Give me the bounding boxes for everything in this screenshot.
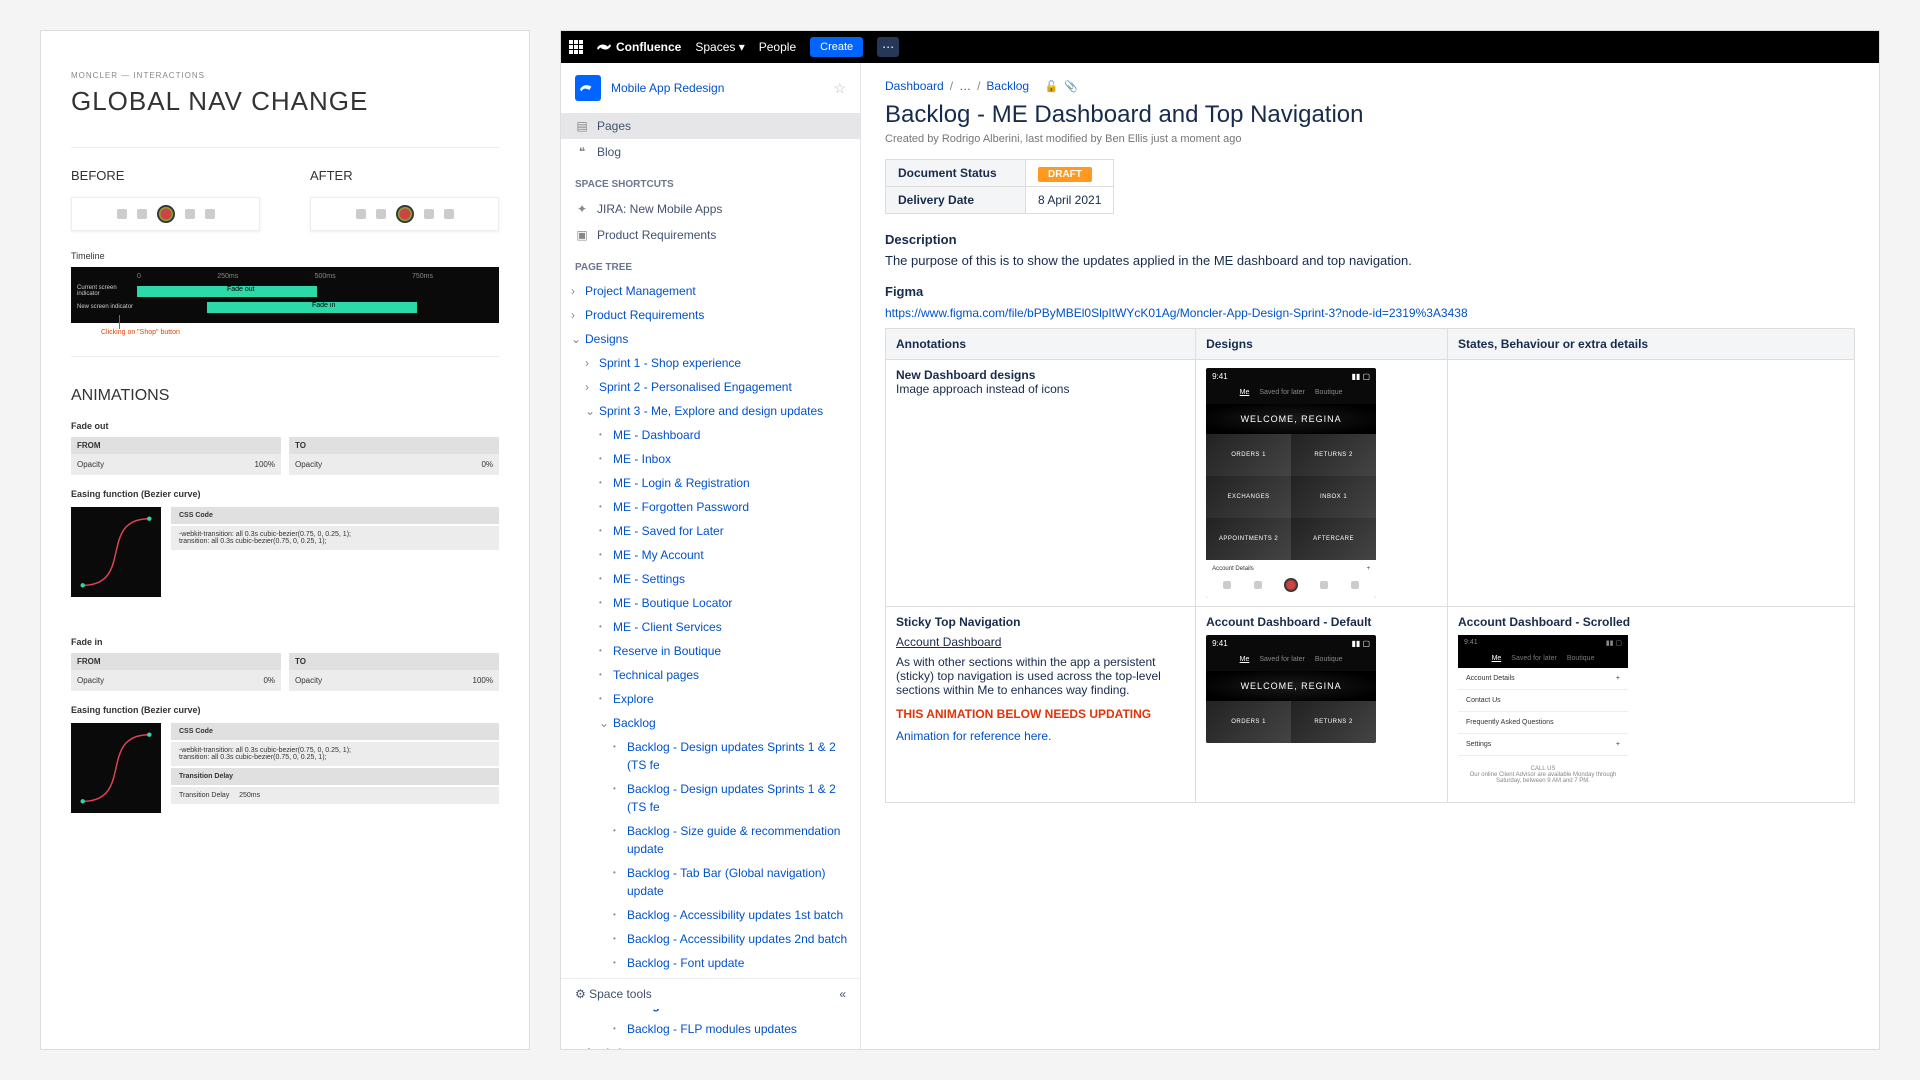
tree-item[interactable]: ME - Client Services <box>595 615 854 639</box>
space-tools[interactable]: ⚙ Space tools <box>575 987 652 1001</box>
breadcrumb-link[interactable]: … <box>959 79 971 93</box>
pages-icon: ▤ <box>575 119 589 133</box>
tree-item-analytics[interactable]: Analytics <box>567 1041 854 1049</box>
tree-item[interactable]: Backlog - Font update <box>609 951 854 975</box>
tree-item[interactable]: ME - My Account <box>595 543 854 567</box>
status-badge: DRAFT <box>1038 167 1092 182</box>
shortcut-jira[interactable]: ✦JIRA: New Mobile Apps <box>561 196 860 222</box>
tree-item[interactable]: Technical pages <box>595 663 854 687</box>
tree-item-designs[interactable]: Designs <box>567 327 854 351</box>
design-table: AnnotationsDesignsStates, Behaviour or e… <box>885 328 1855 803</box>
breadcrumb-link[interactable]: Backlog <box>986 79 1029 93</box>
page-meta: Created by Rodrigo Alberini, last modifi… <box>885 133 1855 145</box>
chevron-down-icon: ▾ <box>739 40 745 54</box>
design-mock-scrolled: 9:41▮▮ ▢ MeSaved for laterBoutique Accou… <box>1458 635 1628 794</box>
space-name[interactable]: Mobile App Redesign <box>611 81 724 95</box>
figma-link[interactable]: https://www.figma.com/file/bPByMBEl0SlpI… <box>885 306 1468 320</box>
tree-item-sprint3[interactable]: Sprint 3 - Me, Explore and design update… <box>581 399 854 423</box>
tree-item[interactable]: Reserve in Boutique <box>595 639 854 663</box>
spaces-menu[interactable]: Spaces ▾ <box>695 40 744 54</box>
page-content: Dashboard/ …/ Backlog 🔓 📎 Backlog - ME D… <box>861 63 1879 1049</box>
tree-item[interactable]: ME - Boutique Locator <box>595 591 854 615</box>
before-label: BEFORE <box>71 168 260 183</box>
tree-item[interactable]: Backlog - FLP modules updates <box>609 1017 854 1041</box>
tree-item[interactable]: Backlog - Design updates Sprints 1 & 2 (… <box>609 735 854 777</box>
bezier-graph-2 <box>71 723 161 813</box>
jira-icon: ✦ <box>575 202 589 216</box>
top-nav: Confluence Spaces ▾ People Create ⋯ <box>561 31 1879 63</box>
space-logo[interactable] <box>575 75 601 101</box>
tree-item[interactable]: Backlog - Size guide & recommendation up… <box>609 819 854 861</box>
tree-item[interactable]: Backlog - Accessibility updates 2nd batc… <box>609 927 854 951</box>
sidebar-pages[interactable]: ▤Pages <box>561 113 860 139</box>
tree-item[interactable]: Backlog - Accessibility updates 1st batc… <box>609 903 854 927</box>
click-caption: Clicking on "Shop" button <box>71 329 499 336</box>
restrictions-icon[interactable]: 🔓 <box>1044 80 1058 93</box>
create-button[interactable]: Create <box>810 37 863 57</box>
shortcut-prodreq[interactable]: ▣Product Requirements <box>561 222 860 248</box>
timeline: 0250ms500ms750ms Current screen indicato… <box>71 267 499 323</box>
tree-item[interactable]: Product Requirements <box>567 303 854 327</box>
collapse-sidebar-icon[interactable]: « <box>839 987 846 1001</box>
metadata-table: Document StatusDRAFT Delivery Date8 Apri… <box>885 159 1114 214</box>
tree-item[interactable]: Explore <box>595 687 854 711</box>
tree-item[interactable]: ME - Settings <box>595 567 854 591</box>
tree-item-backlog[interactable]: Backlog <box>595 711 854 735</box>
design-mock-default: 9:41▮▮ ▢ MeSaved for laterBoutique WELCO… <box>1206 635 1376 743</box>
bezier-graph <box>71 507 161 597</box>
tree-item[interactable]: Sprint 2 - Personalised Engagement <box>581 375 854 399</box>
sidebar-blog[interactable]: ❝Blog <box>561 139 860 165</box>
breadcrumb-link[interactable]: Dashboard <box>885 79 944 93</box>
timeline-label: Timeline <box>71 251 499 261</box>
people-menu[interactable]: People <box>759 40 796 54</box>
attachments-icon[interactable]: 📎 <box>1064 80 1078 93</box>
tree-item[interactable]: Backlog - Design updates Sprints 1 & 2 (… <box>609 777 854 819</box>
tree-item[interactable]: ME - Inbox <box>595 447 854 471</box>
tree-item[interactable]: ME - Forgotten Password <box>595 495 854 519</box>
spec-document-panel: MONCLER — INTERACTIONS GLOBAL NAV CHANGE… <box>40 30 530 1050</box>
tree-item[interactable]: Sprint 1 - Shop experience <box>581 351 854 375</box>
more-menu-icon[interactable]: ⋯ <box>877 37 899 57</box>
blog-icon: ❝ <box>575 145 589 159</box>
kicker: MONCLER — INTERACTIONS <box>71 71 499 80</box>
animations-heading: ANIMATIONS <box>71 387 499 405</box>
tree-item[interactable]: Backlog - Tab Bar (Global navigation) up… <box>609 861 854 903</box>
tree-item[interactable]: ME - Login & Registration <box>595 471 854 495</box>
app-switcher-icon[interactable] <box>569 40 583 54</box>
confluence-logo[interactable]: Confluence <box>597 40 681 54</box>
breadcrumb: Dashboard/ …/ Backlog 🔓 📎 <box>885 79 1855 93</box>
page-title: Backlog - ME Dashboard and Top Navigatio… <box>885 101 1855 129</box>
design-mock-dashboard: 9:41▮▮ ▢ MeSaved for laterBoutique WELCO… <box>1206 368 1376 598</box>
animation-ref-link[interactable]: Animation for reference here. <box>896 729 1185 743</box>
after-label: AFTER <box>310 168 499 183</box>
page-tree: Project Management Product Requirements … <box>561 279 860 1049</box>
confluence-window: Confluence Spaces ▾ People Create ⋯ Mobi… <box>560 30 1880 1050</box>
sidebar: Mobile App Redesign ☆ ▤Pages ❝Blog SPACE… <box>561 63 861 1049</box>
tree-item[interactable]: Project Management <box>567 279 854 303</box>
doc-title: GLOBAL NAV CHANGE <box>71 86 499 117</box>
tree-item[interactable]: ME - Dashboard <box>595 423 854 447</box>
star-icon[interactable]: ☆ <box>833 80 846 97</box>
before-mock <box>71 197 260 231</box>
tree-item[interactable]: ME - Saved for Later <box>595 519 854 543</box>
doc-icon: ▣ <box>575 228 589 242</box>
after-mock <box>310 197 499 231</box>
